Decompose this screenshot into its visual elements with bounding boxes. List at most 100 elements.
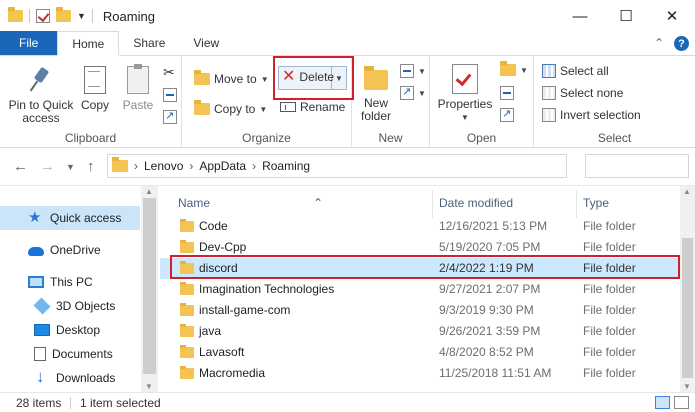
breadcrumb-roaming[interactable]: Roaming — [262, 159, 310, 173]
address-bar[interactable]: › Lenovo › AppData › Roaming — [107, 154, 567, 178]
nav-documents[interactable]: Documents — [0, 342, 140, 366]
column-divider[interactable] — [576, 190, 577, 218]
file-name: Macromedia — [199, 366, 266, 380]
edit-button[interactable] — [500, 86, 514, 100]
chevron-down-icon: ▼ — [461, 113, 469, 122]
help-icon[interactable]: ? — [674, 36, 689, 51]
paste-shortcut-icon — [163, 109, 177, 124]
divider — [70, 397, 71, 409]
nav-label: Documents — [52, 347, 113, 361]
collapse-ribbon-icon[interactable]: ⌃ — [654, 36, 664, 51]
customize-toolbar-dropdown-icon[interactable]: ▼ — [77, 11, 86, 21]
file-row-macromedia[interactable]: Macromedia 11/25/2018 11:51 AM File fold… — [160, 363, 680, 384]
tab-home[interactable]: Home — [57, 31, 120, 56]
history-button[interactable] — [500, 107, 514, 122]
clipboard-group-label: Clipboard — [64, 131, 117, 145]
sort-caret-icon: ⌃ — [313, 196, 324, 210]
paste-label: Paste — [122, 98, 154, 112]
copy-icon — [84, 66, 106, 94]
column-divider[interactable] — [432, 190, 433, 218]
file-row-install-game-com[interactable]: install-game-com 9/3/2019 9:30 PM File f… — [160, 300, 680, 321]
paste-button[interactable]: Paste — [118, 64, 158, 112]
nav-label: This PC — [50, 275, 93, 289]
chevron-right-icon[interactable]: › — [189, 159, 193, 173]
nav-onedrive[interactable]: OneDrive — [0, 238, 140, 262]
pin-icon — [28, 66, 54, 96]
chevron-down-icon: ▼ — [260, 74, 269, 84]
nav-desktop[interactable]: Desktop — [0, 318, 140, 342]
large-icons-view-icon[interactable] — [674, 396, 689, 409]
scroll-up-icon[interactable]: ▲ — [145, 187, 153, 196]
column-date-modified[interactable]: Date modified — [439, 196, 513, 210]
copy-button[interactable]: Copy — [78, 66, 112, 112]
recent-locations-icon[interactable]: ▼ — [66, 162, 75, 172]
nav-scrollbar[interactable]: ▲ ▼ — [141, 186, 158, 392]
easy-access-button[interactable]: ▼ — [400, 85, 426, 100]
nav-scrollbar-thumb[interactable] — [143, 198, 156, 374]
view-switcher — [655, 396, 689, 409]
rename-label: Rename — [300, 100, 346, 114]
refresh-button[interactable] — [569, 154, 579, 178]
back-arrow-icon[interactable]: ← — [13, 158, 28, 175]
properties-button[interactable]: Properties ▼ — [436, 64, 494, 124]
nav-downloads[interactable]: Downloads — [0, 366, 140, 390]
new-folder-button[interactable]: New folder — [356, 64, 396, 123]
file-type: File folder — [583, 303, 636, 317]
close-button[interactable]: ✕ — [649, 0, 695, 32]
minimize-button[interactable]: — — [557, 0, 603, 32]
file-type: File folder — [583, 345, 636, 359]
breadcrumb-appdata[interactable]: AppData — [199, 159, 246, 173]
select-none-icon — [542, 86, 556, 100]
chevron-right-icon[interactable]: › — [252, 159, 256, 173]
chevron-right-icon[interactable]: › — [134, 159, 138, 173]
folder-icon — [180, 324, 194, 337]
copy-path-button[interactable] — [163, 88, 177, 102]
scroll-down-icon[interactable]: ▼ — [145, 382, 153, 391]
details-view-icon[interactable] — [655, 396, 670, 409]
scroll-up-icon[interactable]: ▲ — [683, 187, 691, 196]
scroll-down-icon[interactable]: ▼ — [683, 382, 691, 391]
invert-selection-button[interactable]: Invert selection — [542, 108, 641, 122]
copy-to-label: Copy to — [214, 102, 256, 116]
file-row-lavasoft[interactable]: Lavasoft 4/8/2020 8:52 PM File folder — [160, 342, 680, 363]
up-arrow-icon[interactable]: ↑ — [87, 158, 95, 175]
maximize-button[interactable]: ☐ — [603, 0, 649, 32]
nav-label: Downloads — [56, 371, 116, 385]
invert-selection-label: Invert selection — [560, 108, 641, 122]
nav-this-pc[interactable]: This PC — [0, 270, 140, 294]
delete-highlight-box — [273, 56, 354, 100]
file-list-scrollbar[interactable]: ▲ ▼ — [680, 186, 695, 392]
tab-file[interactable]: File — [0, 31, 58, 55]
file-row-java[interactable]: java 9/26/2021 3:59 PM File folder — [160, 321, 680, 342]
column-type[interactable]: Type — [583, 196, 609, 210]
column-name[interactable]: Name — [178, 196, 210, 210]
new-item-button[interactable]: ▼ — [400, 64, 426, 78]
select-none-button[interactable]: Select none — [542, 86, 623, 100]
paste-shortcut-button[interactable] — [163, 109, 177, 124]
move-to-button[interactable]: Move to ▼ — [194, 70, 269, 86]
new-folder-quick-icon[interactable] — [56, 7, 71, 22]
nav-3d-objects[interactable]: 3D Objects — [0, 294, 140, 318]
file-list-scrollbar-thumb[interactable] — [682, 238, 693, 378]
tab-share[interactable]: Share — [119, 31, 179, 55]
folder-icon — [180, 240, 194, 253]
properties-quick-icon[interactable] — [36, 9, 50, 23]
tab-view[interactable]: View — [179, 31, 233, 55]
rename-button[interactable]: Rename — [280, 100, 345, 114]
select-all-button[interactable]: Select all — [542, 64, 609, 78]
select-group: Select all Select none Invert selection … — [534, 56, 695, 148]
file-row-imagination-technologies[interactable]: Imagination Technologies 9/27/2021 2:07 … — [160, 279, 680, 300]
invert-selection-icon — [542, 108, 556, 122]
copy-to-button[interactable]: Copy to ▼ — [194, 100, 267, 116]
breadcrumb-lenovo[interactable]: Lenovo — [144, 159, 183, 173]
cut-button[interactable] — [163, 64, 177, 81]
file-row-code[interactable]: Code 12/16/2021 5:13 PM File folder — [160, 216, 680, 237]
open-button[interactable]: ▼ — [500, 61, 528, 76]
pin-to-quick-access-button[interactable]: Pin to Quick access — [6, 66, 76, 125]
search-input[interactable] — [585, 154, 689, 178]
forward-arrow-icon[interactable]: → — [40, 158, 55, 175]
nav-quick-access[interactable]: Quick access — [0, 206, 140, 230]
title-bar: ▼ Roaming — ☐ ✕ — [0, 0, 695, 32]
star-icon — [28, 208, 44, 226]
file-date: 11/25/2018 11:51 AM — [439, 366, 552, 380]
